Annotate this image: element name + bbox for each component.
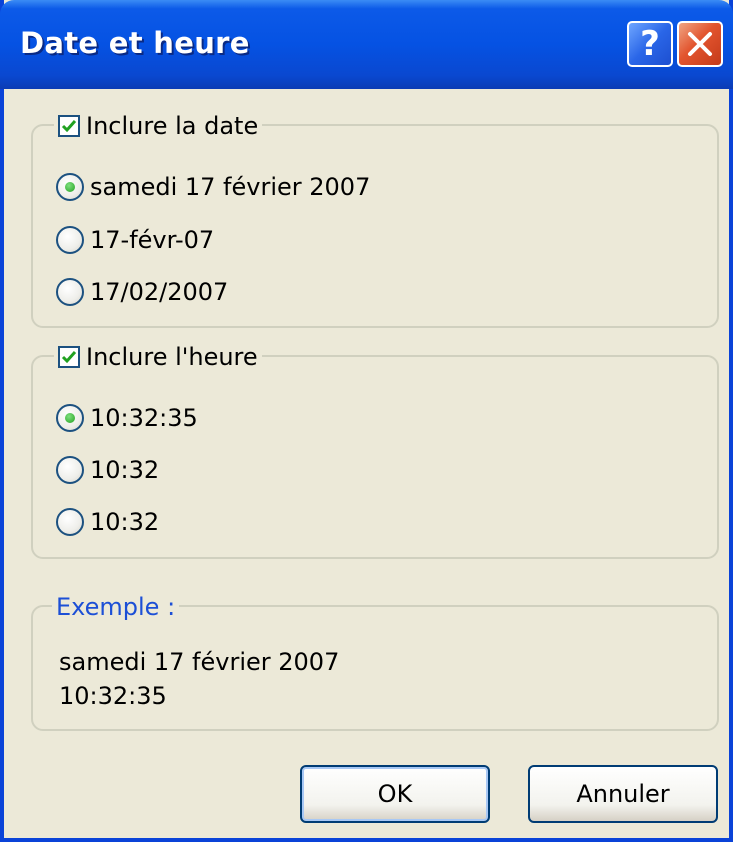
- include-date-checkbox[interactable]: Inclure la date: [54, 112, 263, 140]
- example-legend: Exemple :: [52, 593, 180, 621]
- checkmark-icon: [61, 351, 77, 364]
- close-button[interactable]: [677, 21, 723, 67]
- time-option-label: 10:32:35: [90, 404, 198, 432]
- help-button[interactable]: ?: [627, 21, 673, 67]
- radio-button[interactable]: [56, 278, 84, 306]
- example-line-date: samedi 17 février 2007: [59, 648, 340, 676]
- time-option-long[interactable]: 10:32:35: [56, 404, 198, 432]
- date-option-label: 17-févr-07: [90, 226, 215, 254]
- ok-button[interactable]: OK: [300, 765, 490, 823]
- radio-button[interactable]: [56, 173, 84, 201]
- radio-selected-dot: [65, 413, 75, 423]
- date-option-short[interactable]: 17-févr-07: [56, 226, 214, 254]
- time-option-label: 10:32: [90, 508, 160, 536]
- radio-button[interactable]: [56, 404, 84, 432]
- radio-button[interactable]: [56, 226, 84, 254]
- time-option-label: 10:32: [90, 456, 160, 484]
- include-time-label: Inclure l'heure: [86, 343, 258, 371]
- dialog-window: Date et heure ? Inclure la date samedi 1…: [0, 0, 733, 842]
- checkbox-checked[interactable]: [58, 346, 80, 368]
- window-title: Date et heure: [20, 26, 250, 60]
- date-option-numeric[interactable]: 17/02/2007: [56, 278, 228, 306]
- radio-button[interactable]: [56, 456, 84, 484]
- include-date-label: Inclure la date: [86, 112, 259, 140]
- time-option-short-alt[interactable]: 10:32: [56, 508, 159, 536]
- radio-button[interactable]: [56, 508, 84, 536]
- date-option-label: 17/02/2007: [90, 278, 229, 306]
- include-time-checkbox[interactable]: Inclure l'heure: [54, 343, 262, 371]
- date-option-long[interactable]: samedi 17 février 2007: [56, 173, 370, 201]
- time-option-short[interactable]: 10:32: [56, 456, 159, 484]
- checkbox-checked[interactable]: [58, 115, 80, 137]
- radio-selected-dot: [65, 182, 75, 192]
- close-icon: [688, 32, 712, 56]
- cancel-button[interactable]: Annuler: [528, 765, 718, 823]
- help-icon: ?: [640, 24, 660, 64]
- checkmark-icon: [61, 120, 77, 133]
- date-option-label: samedi 17 février 2007: [90, 173, 371, 201]
- title-bar[interactable]: Date et heure ?: [0, 0, 733, 89]
- example-line-time: 10:32:35: [59, 682, 167, 710]
